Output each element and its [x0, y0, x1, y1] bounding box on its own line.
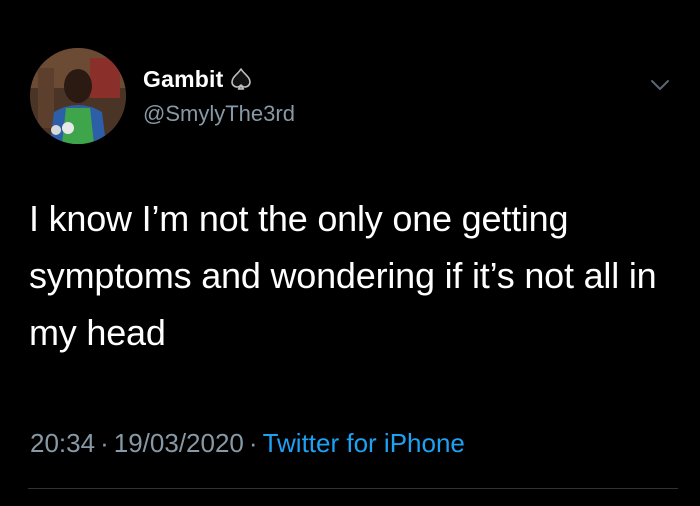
- meta-separator: ·: [248, 428, 258, 458]
- chevron-down-icon[interactable]: [650, 78, 670, 92]
- divider: [28, 488, 678, 489]
- tweet-card: Gambit @SmylyThe3rd I know I’m not the o…: [0, 0, 700, 506]
- avatar[interactable]: [30, 48, 126, 144]
- spade-icon: [229, 67, 253, 91]
- tweet-source-link[interactable]: Twitter for iPhone: [263, 428, 465, 458]
- meta-separator: ·: [100, 428, 109, 458]
- author-handle[interactable]: @SmylyThe3rd: [143, 101, 295, 127]
- tweet-meta: 20:34 · 19/03/2020 · Twitter for iPhone: [30, 428, 465, 459]
- display-name[interactable]: Gambit: [143, 66, 223, 93]
- tweet-text: I know I’m not the only one getting symp…: [29, 198, 657, 353]
- author-name-row[interactable]: Gambit: [143, 64, 253, 94]
- tweet-date[interactable]: 19/03/2020: [114, 428, 244, 458]
- avatar-photo: [30, 48, 126, 144]
- tweet-time[interactable]: 20:34: [30, 428, 95, 458]
